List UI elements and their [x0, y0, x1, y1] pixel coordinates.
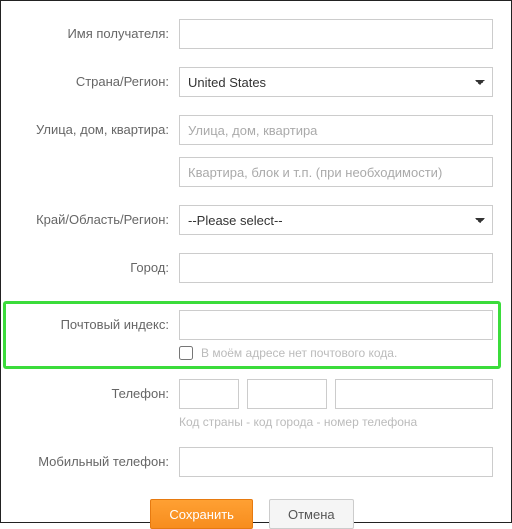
phone-group: [179, 379, 493, 409]
row-city: Город:: [11, 253, 493, 283]
postal-input[interactable]: [179, 310, 493, 340]
label-street: Улица, дом, квартира:: [11, 115, 179, 145]
label-recipient: Имя получателя:: [11, 19, 179, 49]
phone-country-code[interactable]: [179, 379, 239, 409]
form-container: Имя получателя: Страна/Регион: United St…: [0, 0, 512, 523]
postal-checkbox-label: В моём адресе нет почтового кода.: [201, 346, 397, 360]
button-row: Сохранить Отмена: [11, 499, 493, 529]
region-select[interactable]: --Please select--: [179, 205, 493, 235]
label-city: Город:: [11, 253, 179, 283]
row-country: Страна/Регион: United States: [11, 67, 493, 97]
row-postal: Почтовый индекс: В моём адресе нет почто…: [11, 304, 493, 366]
row-phone: Телефон: Код страны - код города - номер…: [11, 379, 493, 429]
postal-no-code-checkbox[interactable]: [179, 346, 193, 360]
label-phone: Телефон:: [11, 379, 179, 409]
row-street: Улица, дом, квартира:: [11, 115, 493, 187]
label-mobile: Мобильный телефон:: [11, 447, 179, 477]
save-button[interactable]: Сохранить: [150, 499, 253, 529]
mobile-input[interactable]: [179, 447, 493, 477]
label-postal: Почтовый индекс:: [11, 310, 179, 340]
label-region: Край/Область/Регион:: [11, 205, 179, 235]
postal-highlight: Почтовый индекс: В моём адресе нет почто…: [3, 301, 501, 369]
street1-input[interactable]: [179, 115, 493, 145]
recipient-input[interactable]: [179, 19, 493, 49]
postal-checkbox-row: В моём адресе нет почтового кода.: [179, 346, 493, 360]
country-select[interactable]: United States: [179, 67, 493, 97]
phone-hint: Код страны - код города - номер телефона: [179, 415, 493, 429]
row-region: Край/Область/Регион: --Please select--: [11, 205, 493, 235]
phone-number[interactable]: [335, 379, 493, 409]
city-input[interactable]: [179, 253, 493, 283]
row-mobile: Мобильный телефон:: [11, 447, 493, 477]
label-country: Страна/Регион:: [11, 67, 179, 97]
phone-area-code[interactable]: [247, 379, 327, 409]
cancel-button[interactable]: Отмена: [269, 499, 354, 529]
row-recipient: Имя получателя:: [11, 19, 493, 49]
street2-input[interactable]: [179, 157, 493, 187]
